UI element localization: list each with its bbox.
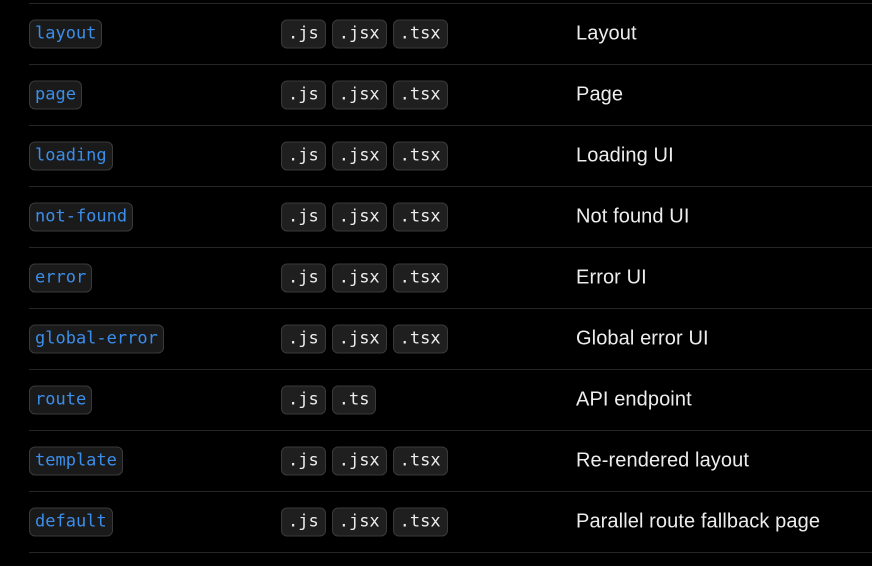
description-cell: Not found UI [576, 205, 690, 228]
table-row: not-found .js .jsx .tsx Not found UI [29, 187, 872, 248]
extension-badge: .js [281, 324, 326, 354]
extension-badge: .jsx [331, 446, 387, 476]
extension-badge: .tsx [392, 80, 448, 110]
file-name-code: error [29, 263, 93, 293]
extensions-cell: .js .jsx .tsx [281, 202, 448, 232]
table-row: loading .js .jsx .tsx Loading UI [29, 126, 872, 187]
extension-badge: .jsx [331, 19, 387, 49]
file-name-cell: loading [29, 141, 113, 171]
extensions-cell: .js .jsx .tsx [281, 141, 448, 171]
extension-badge: .tsx [392, 263, 448, 293]
file-name-cell: template [29, 446, 123, 476]
extension-badge: .tsx [392, 141, 448, 171]
description-cell: Error UI [576, 266, 647, 289]
table-row: error .js .jsx .tsx Error UI [29, 248, 872, 309]
file-name-cell: global-error [29, 324, 164, 354]
file-name-code: global-error [29, 324, 164, 354]
extension-badge: .jsx [331, 263, 387, 293]
extension-badge: .js [281, 446, 326, 476]
file-name-cell: route [29, 385, 93, 415]
table-row: route .js .ts API endpoint [29, 370, 872, 431]
extension-badge: .tsx [392, 324, 448, 354]
file-name-code: page [29, 80, 82, 110]
extension-badge: .js [281, 263, 326, 293]
file-name-code: default [29, 507, 113, 537]
table-body: layout .js .jsx .tsx Layout page .js .jsx .tsx Pa… [29, 4, 872, 553]
extension-badge: .js [281, 19, 326, 49]
extensions-cell: .js .jsx .tsx [281, 446, 448, 476]
file-name-cell: layout [29, 19, 103, 49]
file-conventions-table: layout .js .jsx .tsx Layout page .js .jsx .tsx Pa… [29, 0, 872, 553]
file-name-cell: default [29, 507, 113, 537]
description-cell: Global error UI [576, 327, 709, 350]
extension-badge: .tsx [392, 202, 448, 232]
extensions-cell: .js .ts [281, 385, 377, 415]
table-row: layout .js .jsx .tsx Layout [29, 4, 872, 65]
extension-badge: .jsx [331, 141, 387, 171]
extension-badge: .ts [331, 385, 377, 415]
extension-badge: .js [281, 385, 326, 415]
extensions-cell: .js .jsx .tsx [281, 507, 448, 537]
file-name-code: template [29, 446, 123, 476]
file-name-cell: error [29, 263, 93, 293]
extension-badge: .jsx [331, 202, 387, 232]
extension-badge: .tsx [392, 19, 448, 49]
table-row: page .js .jsx .tsx Page [29, 65, 872, 126]
file-name-code: not-found [29, 202, 134, 232]
extension-badge: .tsx [392, 446, 448, 476]
table-row: default .js .jsx .tsx Parallel route fallbac… [29, 492, 872, 553]
file-name-code: layout [29, 19, 103, 49]
description-cell: Page [576, 83, 624, 106]
extension-badge: .js [281, 80, 326, 110]
file-name-code: loading [29, 141, 113, 171]
extension-badge: .tsx [392, 507, 448, 537]
extensions-cell: .js .jsx .tsx [281, 80, 448, 110]
extensions-cell: .js .jsx .tsx [281, 263, 448, 293]
description-cell: API endpoint [576, 388, 692, 411]
extensions-cell: .js .jsx .tsx [281, 19, 448, 49]
extensions-cell: .js .jsx .tsx [281, 324, 448, 354]
description-cell: Layout [576, 22, 637, 45]
table-row: global-error .js .jsx .tsx Global error UI [29, 309, 872, 370]
file-name-cell: not-found [29, 202, 134, 232]
extension-badge: .jsx [331, 507, 387, 537]
file-name-cell: page [29, 80, 82, 110]
extension-badge: .jsx [331, 324, 387, 354]
description-cell: Loading UI [576, 144, 674, 167]
extension-badge: .jsx [331, 80, 387, 110]
description-cell: Parallel route fallback page [576, 510, 821, 533]
extension-badge: .js [281, 202, 326, 232]
table-row: template .js .jsx .tsx Re-rendered layout [29, 431, 872, 492]
description-cell: Re-rendered layout [576, 449, 750, 472]
extension-badge: .js [281, 507, 326, 537]
file-name-code: route [29, 385, 93, 415]
extension-badge: .js [281, 141, 326, 171]
